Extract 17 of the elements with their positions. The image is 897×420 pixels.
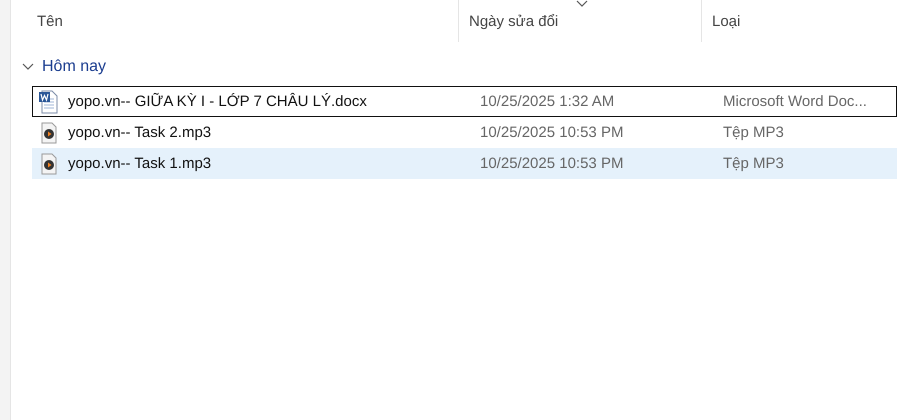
modified-date: 10/25/2025 1:32 AM [479,93,616,110]
column-header[interactable]: Ngày sửa đổi [459,0,702,42]
file-type: Tệp MP3 [722,124,785,141]
file-row[interactable]: yopo.vn-- Task 2.mp3 10/25/2025 10:53 PM Tệp MP3 [32,117,897,148]
group-header[interactable]: Hôm nay [22,58,106,76]
modified-date: 10/25/2025 10:53 PM [479,124,624,141]
file-type: Tệp MP3 [722,155,785,172]
file-type: Microsoft Word Doc... [722,93,868,110]
file-name: yopo.vn-- Task 1.mp3 [68,155,212,172]
file-row[interactable]: yopo.vn-- GIỮA KỲ I - LỚP 7 CHÂU LÝ.docx 10/25/2025 1:32 AM Microsoft Word Doc... [32,86,897,117]
column-header[interactable]: Loại [702,0,897,42]
file-name: yopo.vn-- Task 2.mp3 [68,124,212,141]
file-name: yopo.vn-- GIỮA KỲ I - LỚP 7 CHÂU LÝ.docx [68,93,367,110]
document-icon [38,90,60,114]
column-header[interactable]: Tên [11,0,459,42]
modified-date: 10/25/2025 10:53 PM [479,155,624,172]
file-row[interactable]: yopo.vn-- Task 1.mp3 10/25/2025 10:53 PM Tệp MP3 [32,148,897,179]
